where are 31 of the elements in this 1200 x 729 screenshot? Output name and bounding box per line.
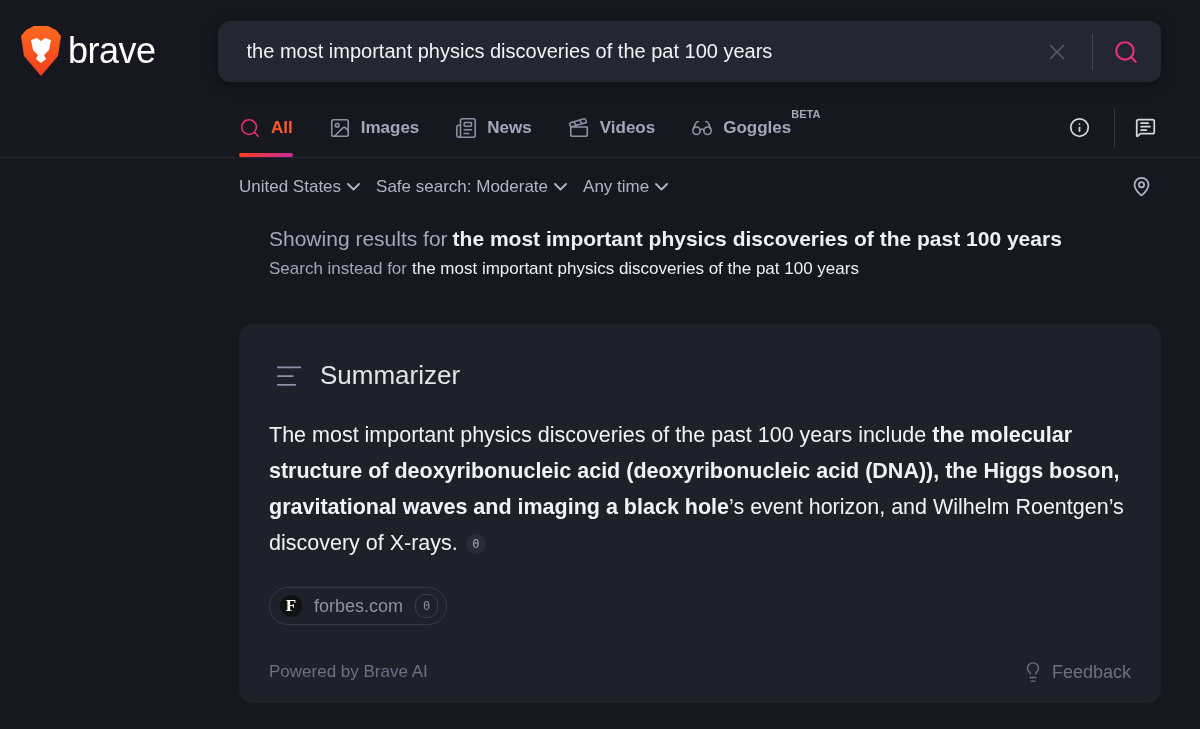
chevron-down-icon [347, 182, 361, 191]
summary-text: The most important physics discoveries of the past 100 years include the molecular structure of deoxyribonucleic acid (deoxyribonucleic acid (DNA)), the Higgs boson, gravitational waves and imaging a black hole’s event horizon, and Wilhelm Roentgen’s discovery of X-rays. 0 [269, 422, 1125, 557]
original-query-link[interactable]: the most important physics discoveries of the pat 100 years [411, 259, 859, 279]
summarizer-title: Summarizer [320, 360, 461, 391]
brand-wordmark[interactable]: brave [68, 33, 156, 69]
search-field[interactable]: the most important physics discoveries of the pat 100 years [217, 21, 1161, 82]
chevron-down-icon [655, 182, 669, 191]
nav-tab[interactable]: Images [328, 82, 420, 157]
filter-dropdown[interactable]: Safe search: Moderate [376, 176, 568, 197]
newspaper-icon [455, 116, 478, 139]
nav-tab[interactable]: Goggles BETA [691, 82, 821, 157]
showing-results-label: Showing results for [269, 227, 448, 251]
filter-dropdown[interactable]: United States [239, 176, 361, 197]
filter-dropdown[interactable]: Any time [583, 176, 669, 197]
source-domain: forbes.com [314, 595, 404, 617]
search-instead-label: Search instead for [269, 259, 407, 279]
image-icon [328, 116, 351, 139]
chevron-down-icon [554, 182, 568, 191]
search-input[interactable]: the most important physics discoveries of the pat 100 years [244, 39, 1040, 64]
nav-tab[interactable]: All [239, 82, 293, 157]
search-icon [239, 116, 261, 139]
nav-tab[interactable]: Videos [567, 82, 656, 157]
search-icon [1113, 38, 1139, 65]
powered-by-text: Powered by Brave AI [269, 662, 428, 682]
beta-label: BETA [791, 108, 821, 120]
corrected-query-link[interactable]: the most important physics discoveries of the past 100 years [452, 227, 1062, 251]
nav-tab[interactable]: News [455, 82, 532, 157]
source-citation: 0 [415, 594, 439, 618]
source-favicon: F [280, 595, 302, 617]
lion-logo-icon [20, 26, 62, 76]
clapperboard-icon [567, 116, 590, 139]
